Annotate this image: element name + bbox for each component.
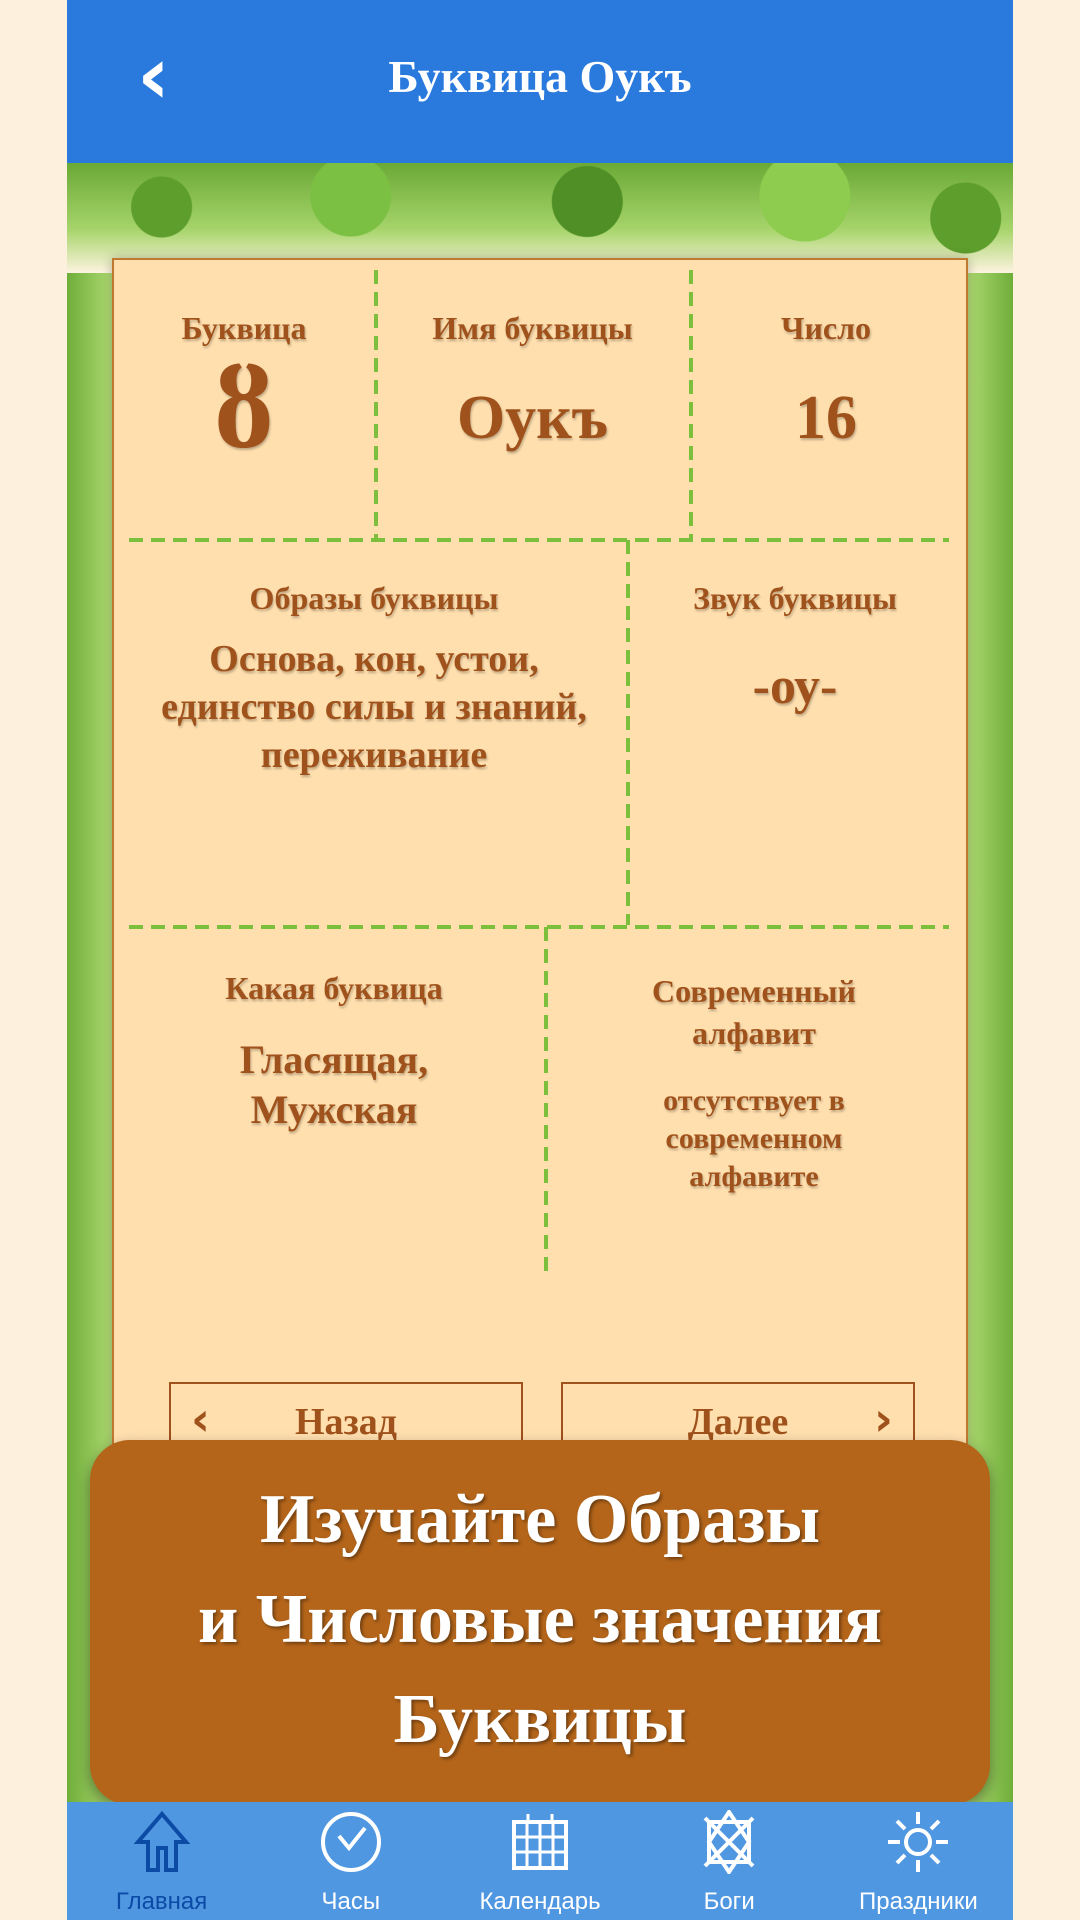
sound-cell: Звук буквицы -оу-: [630, 580, 960, 716]
images-value: Основа, кон, устои, единство силы и знан…: [161, 638, 587, 776]
tab-gods[interactable]: Боги: [635, 1802, 824, 1920]
banner-line: Буквицы: [393, 1681, 687, 1758]
tab-clock[interactable]: Часы: [256, 1802, 445, 1920]
bukvica-cell: Буквица ȣ: [114, 310, 374, 467]
banner-line: и Числовые значения: [198, 1581, 882, 1658]
name-cell: Имя буквицы Оукъ: [376, 310, 689, 454]
clock-icon: [320, 1812, 381, 1872]
phone-screen: ‹ Буквица Оукъ Буквица ȣ Имя буквицы Оук…: [67, 0, 1013, 1920]
images-label: Образы буквицы: [249, 580, 499, 616]
vine-divider: [129, 925, 949, 929]
tab-label: Главная: [115, 1888, 208, 1915]
banner-line: Изучайте Образы: [259, 1481, 821, 1558]
chevron-left-icon: ‹: [191, 1392, 210, 1446]
number-cell: Число 16: [691, 310, 961, 454]
chevron-right-icon: ›: [874, 1392, 893, 1446]
modern-label: Современный алфавит: [652, 973, 856, 1051]
tab-label: Боги: [703, 1888, 755, 1915]
modern-cell: Современный алфавит отсутствует в соврем…: [554, 970, 954, 1196]
tab-label: Календарь: [479, 1888, 601, 1915]
tab-calendar[interactable]: Календарь: [445, 1802, 634, 1920]
sound-label: Звук буквицы: [693, 580, 897, 616]
kind-value: Гласящая, Мужская: [239, 1037, 429, 1132]
vine-divider: [129, 538, 949, 542]
kind-cell: Какая буквица Гласящая, Мужская: [134, 970, 534, 1135]
number-label: Число: [780, 310, 872, 346]
star-knot-icon: [703, 1810, 755, 1874]
tab-home[interactable]: Главная: [67, 1802, 256, 1920]
name-value: Оукъ: [456, 384, 609, 452]
prev-label: Назад: [294, 1401, 398, 1443]
number-value: 16: [795, 384, 857, 452]
header: ‹ Буквица Оукъ: [67, 0, 1013, 163]
promo-banner: Изучайте Образы и Числовые значения Букв…: [90, 1440, 990, 1805]
images-cell: Образы буквицы Основа, кон, устои, единс…: [134, 580, 614, 779]
calendar-icon: [512, 1814, 568, 1870]
next-label: Далее: [687, 1401, 789, 1443]
letter-card: Буквица ȣ Имя буквицы Оукъ Число 16 Обра…: [112, 258, 968, 1568]
tab-bar: Главная Часы Календарь Боги Праздники: [67, 1802, 1013, 1920]
foliage-decoration: [67, 163, 1013, 273]
kind-label: Какая буквица: [225, 970, 443, 1006]
page-title: Буквица Оукъ: [388, 51, 692, 102]
vine-divider: [544, 927, 548, 1277]
sun-icon: [888, 1812, 949, 1872]
modern-value: отсутствует в современном алфавите: [663, 1084, 845, 1193]
tab-label: Праздники: [859, 1888, 978, 1915]
tab-label: Часы: [321, 1888, 381, 1915]
sound-value: -оу-: [752, 658, 838, 715]
name-label: Имя буквицы: [432, 310, 633, 346]
home-icon: [133, 1810, 190, 1872]
tab-holidays[interactable]: Праздники: [824, 1802, 1013, 1920]
bukvica-glyph: ȣ: [213, 340, 275, 473]
